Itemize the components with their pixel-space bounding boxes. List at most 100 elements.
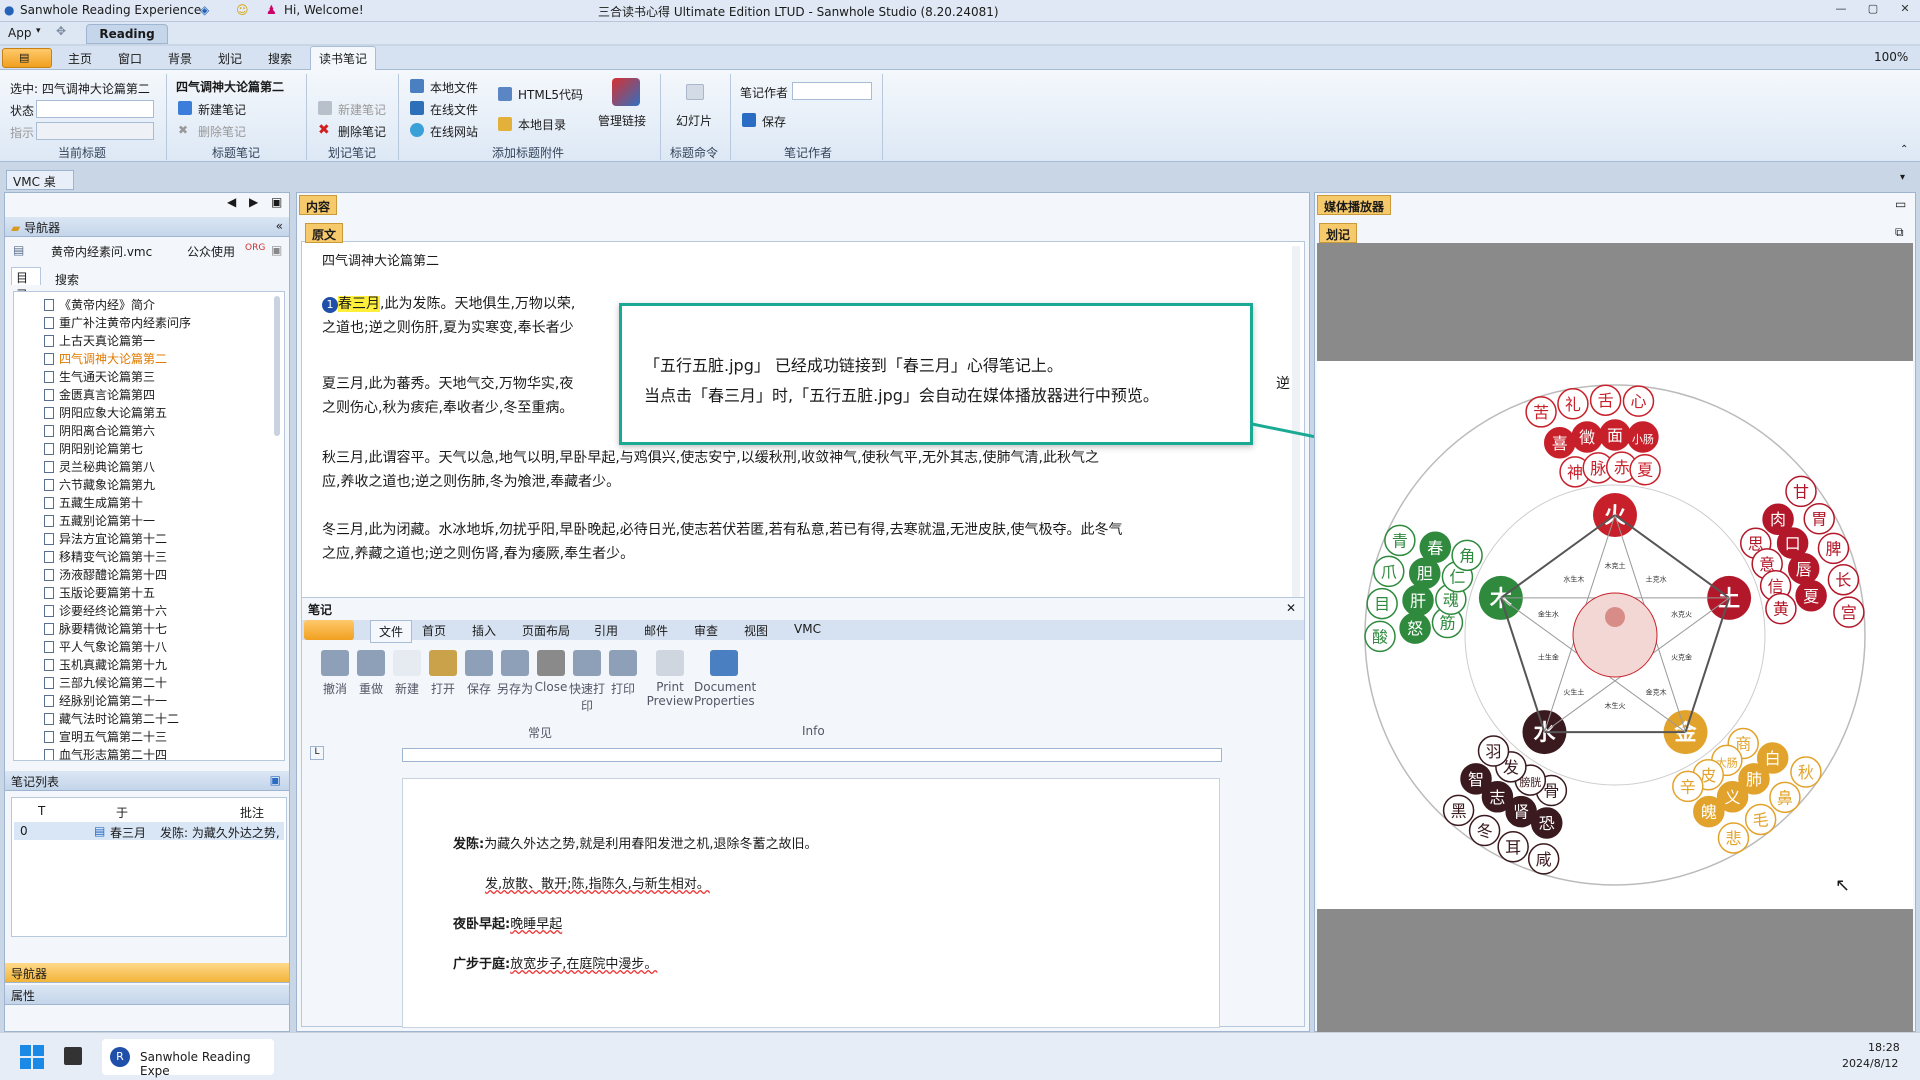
- author-input[interactable]: [792, 82, 872, 100]
- tree-item[interactable]: 经脉别论篇第二十一: [44, 692, 167, 710]
- tree-item[interactable]: 脉要精微论篇第十七: [44, 620, 167, 638]
- table-row[interactable]: 0 ▤ 春三月 发陈: 为藏久外达之势,: [14, 822, 284, 840]
- tree-item[interactable]: 阴阳离合论篇第六: [44, 422, 155, 440]
- tab-source-text[interactable]: 原文: [305, 223, 344, 243]
- tree-item[interactable]: 《黄帝内经》简介: [44, 296, 155, 314]
- tab-reading-notes[interactable]: 读书笔记: [310, 46, 377, 70]
- emoji-icon[interactable]: ☺: [236, 3, 249, 17]
- local-file-button[interactable]: 本地文件: [430, 79, 478, 96]
- manage-links-button[interactable]: 管理链接: [598, 112, 646, 129]
- tree-item[interactable]: 诊要经终论篇第十六: [44, 602, 167, 620]
- tab-stop-icon[interactable]: L: [310, 746, 324, 760]
- tab-window[interactable]: 窗口: [118, 50, 142, 67]
- tab-home[interactable]: 主页: [68, 50, 92, 67]
- note-marker-icon[interactable]: 1: [322, 297, 338, 313]
- tree-item[interactable]: 移精变气论篇第十三: [44, 548, 167, 566]
- toolbar-label: 重做: [358, 682, 383, 696]
- online-file-button[interactable]: 在线文件: [430, 101, 478, 118]
- tree-item[interactable]: 上古天真论篇第一: [44, 332, 155, 350]
- taskbar-app-button[interactable]: R Sanwhole Reading Expe: [102, 1039, 274, 1078]
- mark-new-note-button[interactable]: 新建笔记: [338, 101, 386, 118]
- tree-item[interactable]: 血气形志篇第二十四: [44, 746, 167, 760]
- maximize-button[interactable]: ▢: [1862, 2, 1884, 18]
- save-button[interactable]: 保存: [762, 113, 786, 130]
- toolbar-button[interactable]: Document Properties: [694, 650, 756, 708]
- html5-code-button[interactable]: HTML5代码: [518, 86, 583, 103]
- editor-file-menu[interactable]: [304, 620, 354, 640]
- tab-home[interactable]: 首页: [422, 622, 446, 639]
- tree-item[interactable]: 阴阳别论篇第七: [44, 440, 143, 458]
- user-icon[interactable]: ♟: [266, 3, 277, 17]
- tree-item[interactable]: 重广补注黄帝内经素问序: [44, 314, 191, 332]
- tree-item[interactable]: 五藏生成篇第十: [44, 494, 143, 512]
- minimize-button[interactable]: —: [1830, 2, 1852, 18]
- tab-nav-search[interactable]: 搜索: [55, 271, 79, 288]
- document-page: 发陈:为藏久外达之势,就是利用春阳发泄之机,退除冬蓄之故旧。 发,放散、散开;陈…: [402, 778, 1220, 1028]
- tab-references[interactable]: 引用: [594, 622, 618, 639]
- tree-item[interactable]: 藏气法时论篇第二十二: [44, 710, 179, 728]
- mark-delete-note-button[interactable]: 删除笔记: [338, 123, 386, 140]
- tree-item[interactable]: 玉机真藏论篇第十九: [44, 656, 167, 674]
- tab-mail[interactable]: 邮件: [644, 622, 668, 639]
- security-icon[interactable]: ◈: [200, 3, 209, 17]
- tree-item[interactable]: 三部九候论篇第二十: [44, 674, 167, 692]
- lock-icon[interactable]: ▣: [271, 243, 282, 257]
- chevron-down-icon[interactable]: ▾: [1900, 172, 1905, 183]
- tree-item[interactable]: 生气通天论篇第三: [44, 368, 155, 386]
- tab-page-layout[interactable]: 页面布局: [522, 622, 570, 639]
- local-catalog-button[interactable]: 本地目录: [518, 116, 566, 133]
- crosshair-icon[interactable]: ✥: [56, 24, 66, 38]
- tree-item[interactable]: 平人气象论篇第十八: [44, 638, 167, 656]
- online-site-button[interactable]: 在线网站: [430, 123, 478, 140]
- tree-item[interactable]: 六节藏象论篇第九: [44, 476, 155, 494]
- collapse-ribbon-icon[interactable]: ⌃: [1900, 144, 1908, 155]
- tab-reading[interactable]: Reading: [86, 24, 168, 44]
- forward-icon[interactable]: ▶: [249, 195, 258, 209]
- tab-marking[interactable]: 划记: [218, 50, 242, 67]
- app-menu[interactable]: App: [8, 26, 31, 40]
- close-icon[interactable]: ✕: [1286, 601, 1296, 615]
- new-note-button[interactable]: 新建笔记: [198, 101, 246, 118]
- notes-list-icon[interactable]: ▣: [270, 773, 281, 787]
- toolbar-button[interactable]: Print Preview: [640, 650, 700, 708]
- tab-view[interactable]: 视图: [744, 622, 768, 639]
- tree-item[interactable]: 宣明五气篇第二十三: [44, 728, 167, 746]
- tree-item[interactable]: 金匮真言论篇第四: [44, 386, 155, 404]
- tab-vmc[interactable]: VMC: [794, 622, 821, 636]
- tree-item[interactable]: 灵兰秘典论篇第八: [44, 458, 155, 476]
- zoom-level: 100%: [1874, 50, 1909, 64]
- delete-note-button[interactable]: 删除笔记: [198, 123, 246, 140]
- spring-highlight[interactable]: 春三月: [338, 296, 380, 312]
- tree-item[interactable]: 阴阳应象大论篇第五: [44, 404, 167, 422]
- tab-marking[interactable]: 划记: [1319, 223, 1358, 243]
- back-icon[interactable]: ◀: [227, 195, 236, 209]
- tree-item[interactable]: 四气调神大论篇第二: [44, 350, 167, 368]
- tree-item[interactable]: 玉版论要篇第十五: [44, 584, 155, 602]
- tab-search[interactable]: 搜索: [268, 50, 292, 67]
- scrollbar[interactable]: [274, 296, 280, 436]
- close-button[interactable]: ✕: [1894, 2, 1916, 18]
- status-select[interactable]: [36, 100, 154, 118]
- tab-insert[interactable]: 插入: [472, 622, 496, 639]
- tab-file[interactable]: 文件: [370, 620, 413, 643]
- maximize-icon[interactable]: ▭: [1895, 197, 1906, 211]
- element-node-label: 志: [1489, 788, 1505, 807]
- tree-item[interactable]: 汤液醪醴论篇第十四: [44, 566, 167, 584]
- indicator-select[interactable]: [36, 122, 154, 140]
- notes-list-header: 笔记列表 ▣: [5, 771, 289, 791]
- slideshow-button[interactable]: 幻灯片: [676, 112, 712, 129]
- tab-review[interactable]: 审查: [694, 622, 718, 639]
- windows-start-icon[interactable]: [20, 1045, 44, 1069]
- tab-vmc-desktop[interactable]: VMC 桌面: [6, 170, 74, 206]
- pin-icon[interactable]: ▣: [271, 195, 282, 209]
- restore-icon[interactable]: ⧉: [1895, 225, 1904, 240]
- bottom-navigator-tab[interactable]: 导航器: [5, 963, 289, 983]
- tree-item[interactable]: 五藏别论篇第十一: [44, 512, 155, 530]
- bottom-properties-tab[interactable]: 属性: [5, 985, 289, 1005]
- task-view-icon[interactable]: [64, 1047, 82, 1065]
- tab-catalog[interactable]: 目录: [11, 267, 41, 302]
- tab-background[interactable]: 背景: [168, 50, 192, 67]
- file-menu-button[interactable]: ▤: [2, 48, 52, 68]
- tree-item[interactable]: 异法方宜论篇第十二: [44, 530, 167, 548]
- collapse-icon[interactable]: «: [276, 219, 283, 233]
